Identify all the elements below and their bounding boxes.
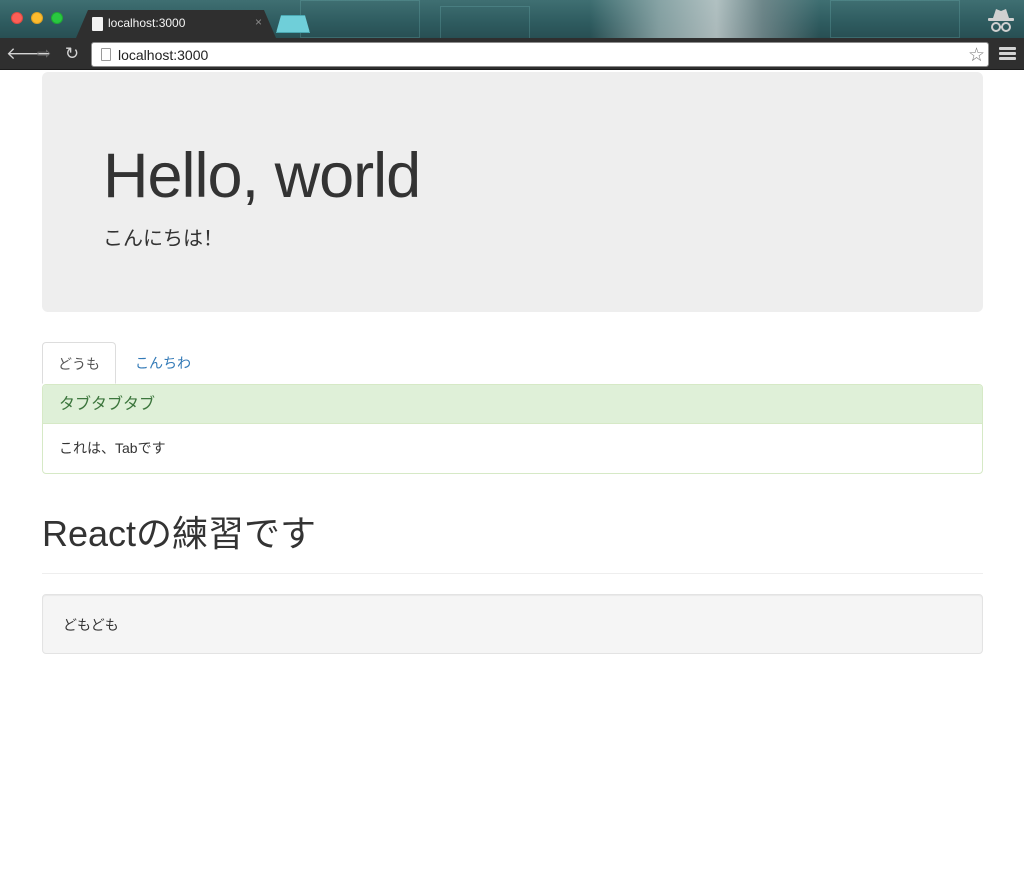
page-title: Reactの練習です	[42, 513, 317, 554]
page-header: Reactの練習です	[42, 506, 983, 574]
jumbotron: Hello, world こんにちは！	[42, 72, 983, 312]
well: どもども	[42, 594, 983, 654]
browser-tab-active[interactable]: localhost:3000 ×	[76, 10, 276, 38]
new-tab-button[interactable]	[276, 15, 310, 33]
arrow-left-icon[interactable]: 🡐	[6, 44, 52, 64]
nav-tabs: どうも こんちわ	[42, 342, 983, 384]
browser-tab-title: localhost:3000	[108, 16, 186, 30]
panel-body: これは、Tabです	[59, 440, 166, 456]
theme-artwork	[590, 0, 820, 38]
tab-konchiwa[interactable]: こんちわ	[120, 342, 206, 384]
maximize-window-button[interactable]	[51, 12, 63, 24]
address-bar-url[interactable]: localhost:3000	[118, 47, 208, 63]
page-icon	[101, 48, 111, 61]
jumbotron-heading: Hello, world	[103, 141, 421, 211]
star-icon[interactable]: ☆	[968, 44, 985, 67]
tab-content-panel: タブタブタブ これは、Tabです	[42, 384, 983, 474]
browser-toolbar: 🡐 ⇨ ↻ localhost:3000 ☆	[0, 38, 1024, 70]
jumbotron-subheading: こんにちは！	[103, 228, 223, 250]
arrow-right-icon[interactable]: ⇨	[34, 44, 54, 64]
minimize-window-button[interactable]	[31, 12, 43, 24]
panel-heading: タブタブタブ	[43, 385, 982, 424]
browser-titlebar: localhost:3000 ×	[0, 0, 1024, 38]
titlebar-decoration	[830, 0, 960, 38]
tab-doumo[interactable]: どうも	[42, 342, 116, 384]
reload-icon[interactable]: ↻	[62, 44, 82, 64]
tab-close-icon[interactable]: ×	[255, 15, 262, 29]
titlebar-decoration	[300, 0, 420, 38]
hamburger-menu-icon[interactable]	[999, 47, 1016, 61]
incognito-icon[interactable]	[984, 6, 1018, 36]
titlebar-decoration	[440, 6, 530, 38]
address-bar[interactable]: localhost:3000 ☆	[91, 42, 989, 67]
well-text: どもども	[63, 617, 119, 633]
close-window-button[interactable]	[11, 12, 23, 24]
page-icon	[92, 17, 103, 31]
